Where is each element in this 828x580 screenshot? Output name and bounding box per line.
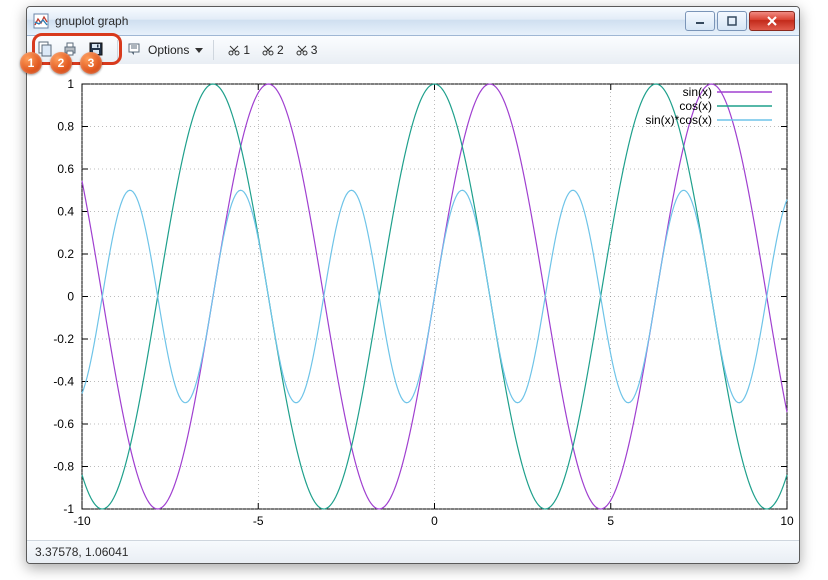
svg-text:0.2: 0.2	[57, 247, 74, 261]
window-controls	[683, 11, 795, 31]
svg-text:-0.6: -0.6	[53, 417, 74, 431]
svg-text:-0.8: -0.8	[53, 460, 74, 474]
scissor-label: 2	[277, 43, 284, 57]
statusbar: 3.37578, 1.06041	[27, 540, 799, 563]
app-icon	[33, 13, 49, 29]
svg-text:5: 5	[607, 514, 614, 528]
copy-icon	[36, 41, 52, 60]
svg-text:0.8: 0.8	[57, 120, 74, 134]
printer-icon	[62, 41, 78, 60]
svg-text:-0.4: -0.4	[53, 375, 74, 389]
svg-text:0: 0	[67, 290, 74, 304]
copy-button[interactable]	[33, 39, 55, 61]
svg-text:0.4: 0.4	[57, 205, 74, 219]
svg-text:0: 0	[431, 514, 438, 528]
maximize-button[interactable]	[717, 11, 747, 31]
close-button[interactable]	[749, 11, 795, 31]
minimize-button[interactable]	[685, 11, 715, 31]
options-menu[interactable]: Options	[128, 42, 203, 59]
print-button[interactable]	[59, 39, 81, 61]
scissors-icon	[296, 44, 308, 56]
chevron-down-icon	[195, 48, 203, 53]
svg-text:cos(x): cos(x)	[679, 99, 712, 113]
scissor-3-button[interactable]: 3	[296, 43, 318, 57]
options-label: Options	[146, 43, 191, 57]
toolbar-separator	[117, 40, 118, 60]
floppy-icon	[88, 41, 104, 60]
toolbar-separator	[213, 40, 214, 60]
svg-text:-5: -5	[253, 514, 264, 528]
svg-text:sin(x)*cos(x): sin(x)*cos(x)	[645, 113, 712, 127]
scissor-label: 3	[311, 43, 318, 57]
app-window: gnuplot graph	[26, 6, 800, 564]
save-button[interactable]	[85, 39, 107, 61]
svg-text:1: 1	[67, 77, 74, 91]
window-title: gnuplot graph	[55, 14, 128, 28]
svg-text:10: 10	[780, 514, 794, 528]
scissor-2-button[interactable]: 2	[262, 43, 284, 57]
scissor-label: 1	[243, 43, 250, 57]
svg-text:-0.2: -0.2	[53, 332, 74, 346]
options-icon	[128, 42, 142, 59]
scissor-1-button[interactable]: 1	[228, 43, 250, 57]
status-coords: 3.37578, 1.06041	[35, 545, 128, 559]
scissors-icon	[228, 44, 240, 56]
svg-text:-10: -10	[73, 514, 91, 528]
plot-svg: -1-0.8-0.6-0.4-0.200.20.40.60.81-10-5051…	[27, 64, 799, 539]
titlebar: gnuplot graph	[27, 7, 799, 36]
toolbar: Options 1 2 3	[27, 36, 799, 65]
plot-area[interactable]: -1-0.8-0.6-0.4-0.200.20.40.60.81-10-5051…	[27, 64, 799, 539]
svg-text:sin(x): sin(x)	[683, 85, 712, 99]
scissors-icon	[262, 44, 274, 56]
svg-text:0.6: 0.6	[57, 162, 74, 176]
